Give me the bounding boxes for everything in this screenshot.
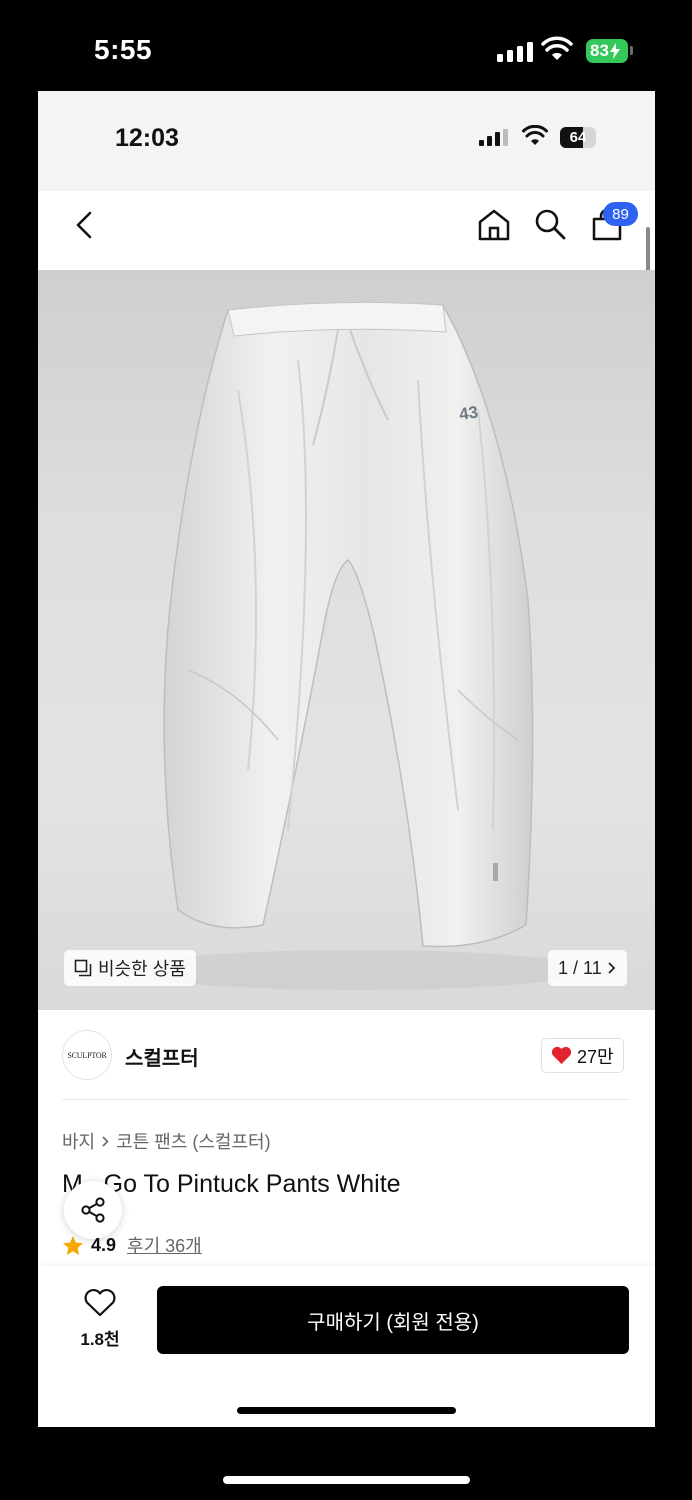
outer-signal-icon: [497, 40, 533, 62]
product-image[interactable]: 43 비슷한 상품 1 / 11: [38, 270, 655, 1010]
search-icon[interactable]: [532, 206, 568, 242]
heart-outline-icon: [84, 1289, 116, 1317]
star-icon: [63, 1235, 83, 1255]
image-counter: 1 / 11: [558, 957, 602, 978]
brand-like-count: 27만: [577, 1046, 614, 1067]
pants-print-text: 43: [458, 403, 479, 424]
similar-items-icon: [74, 959, 92, 977]
brand-like-button[interactable]: 27만: [541, 1038, 624, 1073]
wishlist-button[interactable]: 1.8천: [72, 1288, 128, 1350]
top-nav: 89: [38, 191, 655, 271]
breadcrumb-subcategory[interactable]: 코튼 팬츠 (스컬프터): [116, 1128, 270, 1154]
similar-products-button[interactable]: 비슷한 상품: [64, 950, 196, 986]
home-icon[interactable]: [476, 207, 512, 243]
brand-name[interactable]: 스컬프터: [125, 1042, 199, 1071]
section-divider: [62, 1099, 630, 1100]
breadcrumb: 바지 코튼 팬츠 (스컬프터): [62, 1128, 271, 1154]
similar-products-label: 비슷한 상품: [98, 959, 186, 979]
chevron-right-icon: [102, 1135, 109, 1147]
brand-logo[interactable]: SCULPTOR: [62, 1030, 112, 1080]
outer-clock: 5:55: [94, 34, 153, 65]
breadcrumb-category[interactable]: 바지: [62, 1128, 95, 1154]
chevron-right-icon: [608, 962, 615, 974]
rating-value: 4.9: [91, 1234, 117, 1255]
image-counter-button[interactable]: 1 / 11: [548, 950, 627, 986]
inner-status-bar: 12:03 64: [38, 91, 655, 191]
outer-status-bar: 5:55 83: [0, 0, 692, 90]
brand-logo-text: SCULPTOR: [67, 1050, 107, 1060]
app-screenshot: 12:03 64 89 43 비슷한 상품 1 / 11 SCULPTOR 스컬…: [38, 91, 655, 1427]
review-count-link[interactable]: 후기 36개: [127, 1232, 202, 1258]
buy-button[interactable]: 구매하기 (회원 전용): [157, 1286, 629, 1354]
inner-battery-icon: 64: [560, 127, 596, 148]
inner-clock: 12:03: [115, 124, 179, 152]
brand-row[interactable]: SCULPTOR 스컬프터 27만: [38, 1010, 655, 1100]
heart-filled-icon: [551, 1046, 572, 1064]
outer-wifi-icon: [541, 36, 573, 60]
inner-wifi-icon: [522, 125, 548, 145]
charging-bolt-icon: [609, 43, 620, 59]
share-button[interactable]: [64, 1181, 122, 1239]
wishlist-count: 1.8천: [80, 1330, 120, 1349]
outer-battery-tip: [630, 46, 633, 55]
outer-home-indicator: [223, 1476, 470, 1484]
back-arrow-icon[interactable]: [70, 208, 100, 242]
outer-battery-level: 83: [590, 41, 609, 60]
outer-battery-icon: 83: [586, 39, 628, 63]
rating-row: 4.9 후기 36개: [62, 1232, 202, 1258]
cart-count-badge[interactable]: 89: [603, 202, 638, 226]
purchase-bar: 1.8천 구매하기 (회원 전용): [38, 1266, 655, 1427]
inner-home-indicator: [237, 1407, 456, 1414]
pants-photo: 43: [128, 301, 588, 990]
inner-battery-level: 64: [569, 129, 587, 146]
inner-signal-icon: [479, 129, 508, 146]
share-icon: [81, 1197, 105, 1223]
